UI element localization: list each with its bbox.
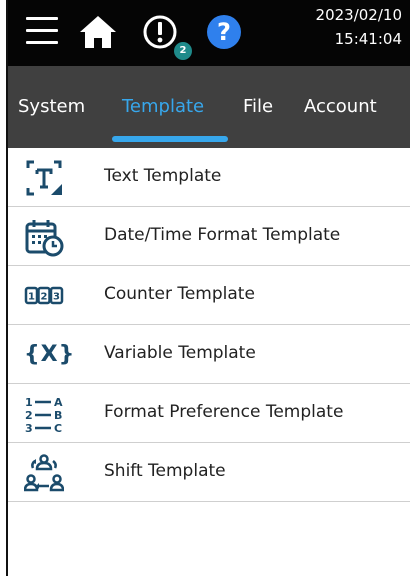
svg-text:1: 1: [28, 292, 35, 303]
calendar-clock-icon: [24, 217, 64, 257]
svg-text:3: 3: [25, 422, 33, 434]
status-time: 15:41:04: [334, 30, 402, 48]
svg-text:B: B: [54, 409, 62, 422]
list-item-label: Text Template: [104, 166, 222, 186]
status-date: 2023/02/10: [315, 6, 402, 24]
list-item-counter-template[interactable]: 1 2 3 Counter Template: [8, 266, 410, 325]
svg-text:2: 2: [25, 409, 33, 422]
top-bar: 2 ? 2023/02/10 15:41:04: [8, 0, 410, 66]
tab-system[interactable]: System: [18, 96, 85, 117]
tab-file[interactable]: File: [243, 96, 273, 117]
list-item-label: Format Preference Template: [104, 402, 344, 422]
list-item-variable-template[interactable]: {X} Variable Template: [8, 325, 410, 384]
list-item-text-template[interactable]: Text Template: [8, 148, 410, 207]
shift-rotation-icon: [23, 453, 65, 493]
svg-text:?: ?: [217, 18, 231, 46]
format-mapping-icon: 1 2 3 A B C: [24, 394, 64, 435]
template-list: Text Template Date/Time Format Template …: [8, 148, 410, 502]
svg-text:3: 3: [53, 292, 60, 303]
active-tab-indicator: [112, 136, 228, 142]
list-item-label: Shift Template: [104, 461, 226, 481]
tab-account[interactable]: Account: [304, 96, 377, 117]
list-item-datetime-template[interactable]: Date/Time Format Template: [8, 207, 410, 266]
alert-button[interactable]: 2: [142, 14, 192, 60]
tab-bar: System Template File Account: [8, 66, 410, 148]
app-frame: 2 ? 2023/02/10 15:41:04 System Template …: [6, 0, 410, 576]
list-item-label: Counter Template: [104, 284, 255, 304]
home-icon[interactable]: [78, 14, 118, 50]
svg-text:C: C: [54, 422, 62, 434]
svg-text:2: 2: [41, 292, 48, 303]
clock: 2023/02/10 15:41:04: [316, 3, 402, 51]
counter-digits-icon: 1 2 3: [24, 276, 64, 316]
alert-count-badge: 2: [174, 42, 192, 60]
list-item-shift-template[interactable]: Shift Template: [8, 443, 410, 502]
text-template-icon: [24, 158, 64, 198]
alert-circle-icon: [143, 15, 177, 49]
list-item-label: Variable Template: [104, 343, 256, 363]
variable-braces-icon: {X}: [24, 342, 76, 367]
list-item-format-preference-template[interactable]: 1 2 3 A B C Format Preference Template: [8, 384, 410, 443]
svg-text:A: A: [54, 396, 63, 409]
list-item-label: Date/Time Format Template: [104, 225, 341, 245]
hamburger-menu-icon[interactable]: [26, 16, 58, 46]
tab-template[interactable]: Template: [122, 96, 204, 117]
svg-text:1: 1: [25, 396, 33, 409]
help-question-icon[interactable]: ?: [206, 14, 242, 50]
